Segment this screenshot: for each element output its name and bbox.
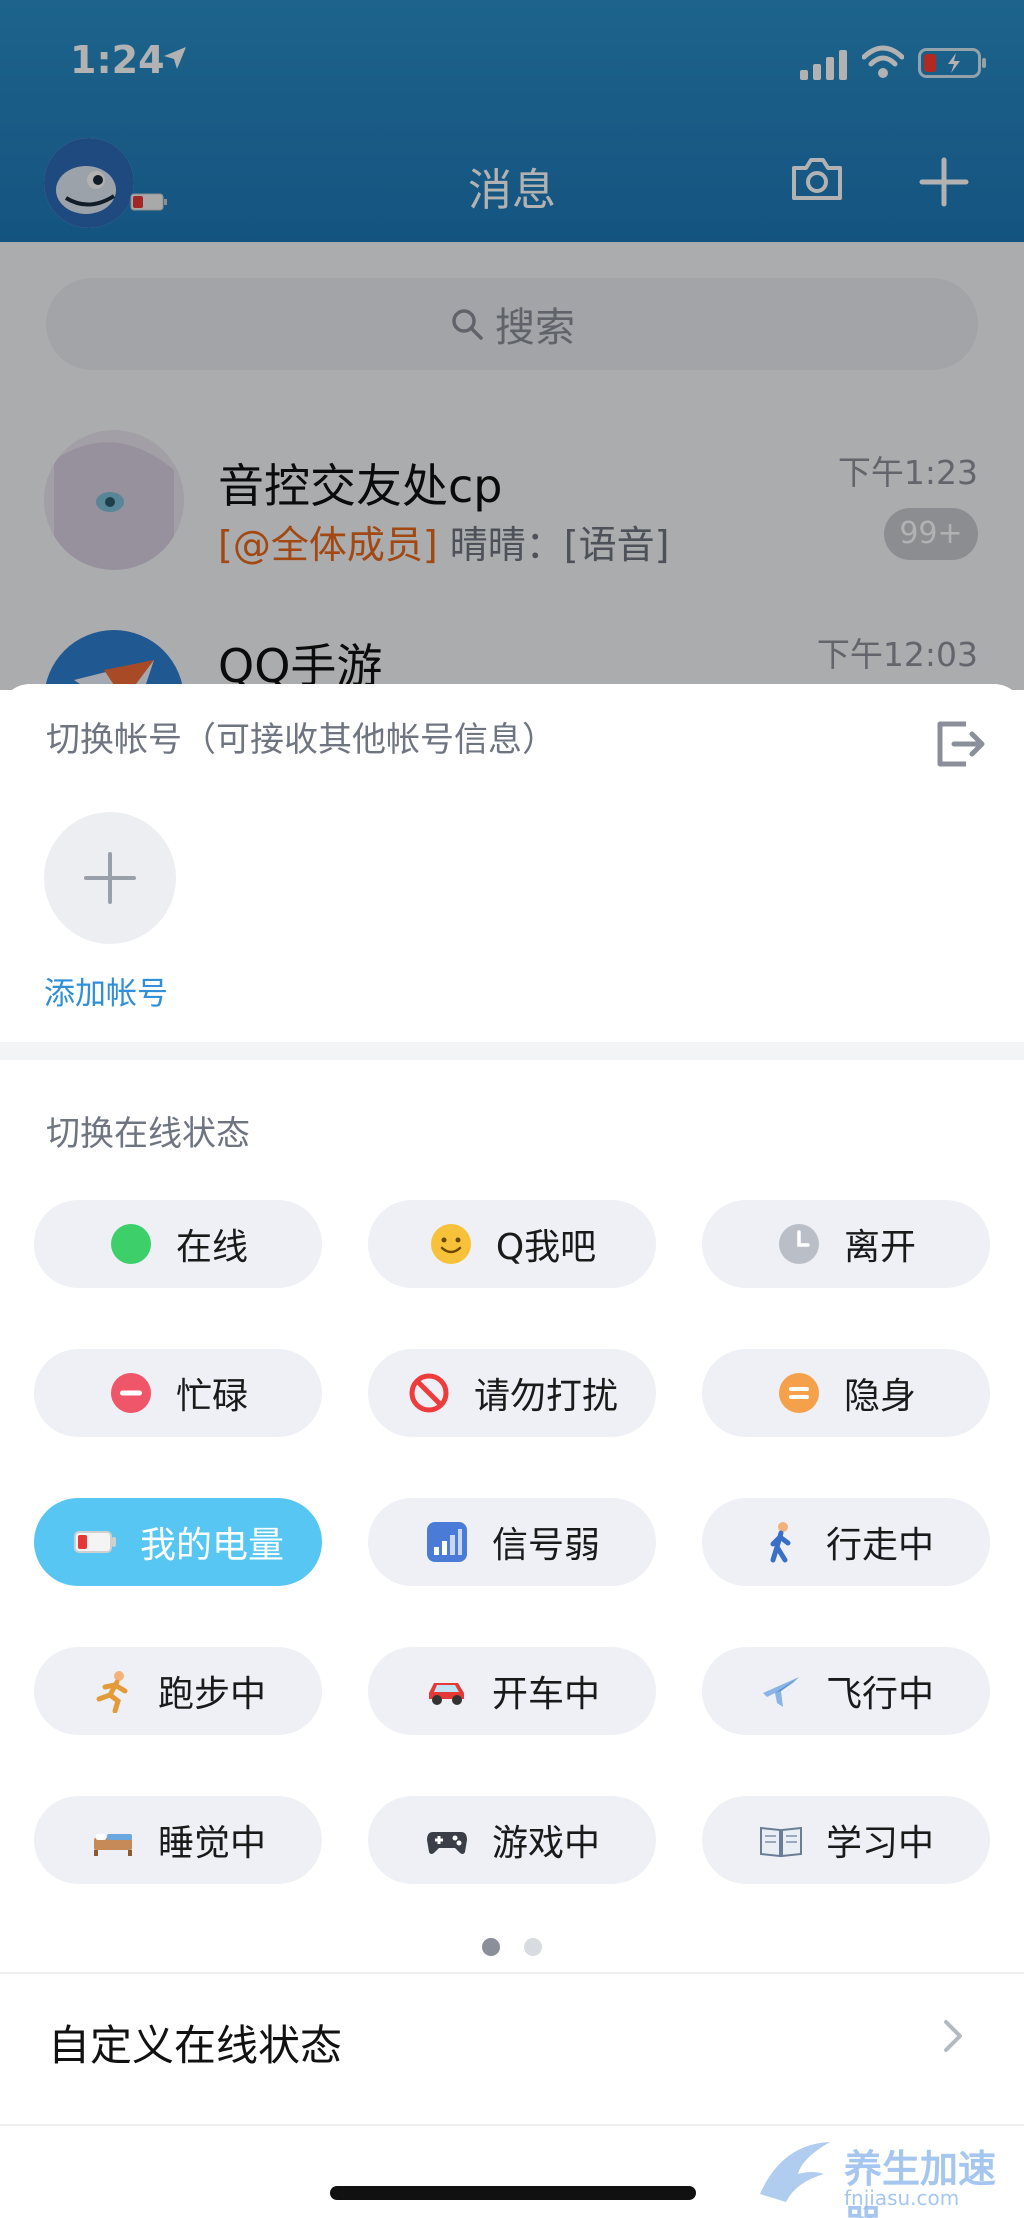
- chevron-right-icon: [938, 2016, 968, 2060]
- status-option-label: 开车中: [491, 1674, 600, 1715]
- account-status-sheet: 切换帐号（可接收其他帐号信息） 添加帐号 切换在线状态 在线 Q我吧 离开忙碌 请勿打…: [0, 684, 1024, 2218]
- hidden-equals-icon: [776, 1370, 822, 1416]
- status-option[interactable]: 隐身: [702, 1349, 990, 1437]
- smile-face-icon: [428, 1221, 474, 1267]
- status-option[interactable]: 睡觉中: [34, 1796, 322, 1884]
- running-person-icon: [90, 1668, 136, 1714]
- status-option-label: 在线: [175, 1227, 248, 1268]
- status-option[interactable]: Q我吧: [368, 1200, 656, 1288]
- status-option-label: Q我吧: [495, 1227, 597, 1268]
- status-option-label: 隐身: [843, 1376, 916, 1417]
- dim-overlay[interactable]: [0, 0, 1024, 690]
- custom-status-label: 自定义在线状态: [48, 2021, 343, 2070]
- add-account-label[interactable]: 添加帐号: [44, 968, 168, 1013]
- status-option-label: 离开: [843, 1227, 916, 1268]
- status-option[interactable]: 请勿打扰: [368, 1349, 656, 1437]
- status-option-label: 睡觉中: [157, 1823, 266, 1864]
- status-option[interactable]: 行走中: [702, 1498, 990, 1586]
- status-option-label: 行走中: [825, 1525, 934, 1566]
- status-option-label: 游戏中: [491, 1823, 600, 1864]
- status-option-label: 学习中: [825, 1823, 934, 1864]
- watermark-url: fnjiasu.com: [844, 2186, 960, 2210]
- bed-icon: [90, 1817, 136, 1863]
- game-controller-icon: [424, 1817, 470, 1863]
- open-book-icon: [758, 1817, 804, 1863]
- status-option[interactable]: 游戏中: [368, 1796, 656, 1884]
- home-indicator[interactable]: [330, 2186, 696, 2200]
- custom-status-row[interactable]: 自定义在线状态: [0, 1974, 1024, 2098]
- status-option[interactable]: 离开: [702, 1200, 990, 1288]
- battery-icon: [72, 1519, 118, 1565]
- status-option-label: 我的电量: [139, 1525, 284, 1566]
- online-dot-icon: [108, 1221, 154, 1267]
- logout-icon[interactable]: [932, 716, 988, 776]
- page-dot-active: [482, 1938, 500, 1956]
- status-option[interactable]: 飞行中: [702, 1647, 990, 1735]
- car-icon: [424, 1668, 470, 1714]
- status-option[interactable]: 忙碌: [34, 1349, 322, 1437]
- status-grid: 在线 Q我吧 离开忙碌 请勿打扰 隐身我的电量 信号弱 行走中跑步中 开车中 飞行中睡觉中 游戏中…: [34, 1200, 992, 1900]
- add-plus-icon: [84, 852, 136, 904]
- status-option-label: 飞行中: [825, 1674, 934, 1715]
- message-list-screen: 1:24 消息 搜索 音控交友处cp 下午1:23 [@全体成员] 晴晴：[语音…: [0, 0, 1024, 690]
- status-option-label: 跑步中: [157, 1674, 266, 1715]
- airplane-icon: [758, 1668, 804, 1714]
- signal-bars-icon: [424, 1519, 470, 1565]
- status-option[interactable]: 在线: [34, 1200, 322, 1288]
- status-option-label: 忙碌: [175, 1376, 248, 1417]
- walking-person-icon: [758, 1519, 804, 1565]
- watermark: 养生加速器 fnjiasu.com: [752, 2130, 1022, 2218]
- status-option[interactable]: 开车中: [368, 1647, 656, 1735]
- status-option[interactable]: 信号弱: [368, 1498, 656, 1586]
- no-entry-icon: [406, 1370, 452, 1416]
- status-option[interactable]: 学习中: [702, 1796, 990, 1884]
- watermark-logo-icon: [760, 2142, 830, 2202]
- add-account-button[interactable]: [44, 812, 176, 944]
- status-option-label: 请勿打扰: [473, 1376, 618, 1417]
- status-option[interactable]: 我的电量: [34, 1498, 322, 1586]
- busy-minus-icon: [108, 1370, 154, 1416]
- switch-status-title: 切换在线状态: [46, 1114, 250, 1154]
- clock-icon: [776, 1221, 822, 1267]
- status-option-label: 信号弱: [491, 1525, 600, 1566]
- divider: [0, 2124, 1024, 2126]
- page-dot: [524, 1938, 542, 1956]
- section-divider: [0, 1042, 1024, 1060]
- status-option[interactable]: 跑步中: [34, 1647, 322, 1735]
- switch-account-title: 切换帐号（可接收其他帐号信息）: [46, 720, 556, 760]
